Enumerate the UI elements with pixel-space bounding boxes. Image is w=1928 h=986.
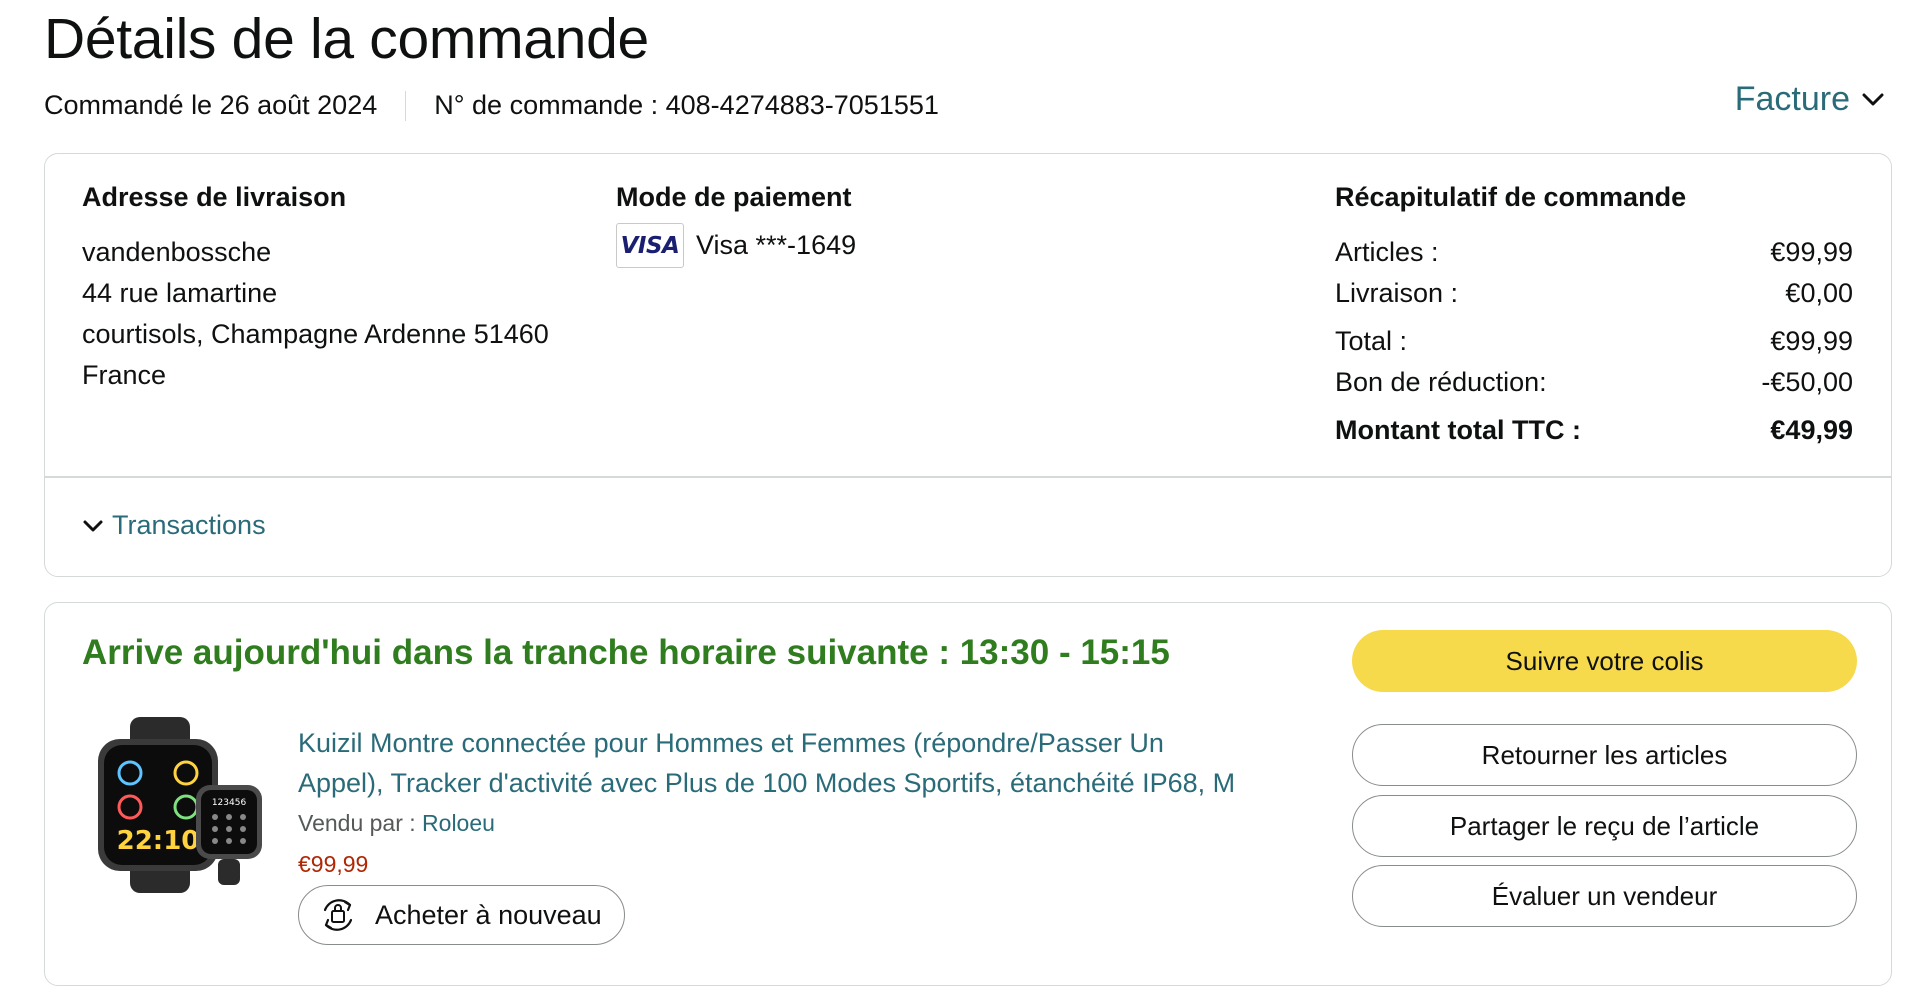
- summary-value: €99,99: [1770, 326, 1853, 356]
- shipping-address: vandenbossche 44 rue lamartine courtisol…: [82, 232, 549, 396]
- transactions-toggle[interactable]: Transactions: [82, 510, 266, 541]
- chevron-down-icon: [83, 520, 103, 531]
- address-street: 44 rue lamartine: [82, 278, 278, 308]
- summary-label: Bon de réduction:: [1335, 367, 1547, 397]
- visa-card-icon: VISA: [616, 223, 684, 268]
- summary-value: €0,00: [1785, 278, 1853, 308]
- seller-link[interactable]: Roloeu: [422, 810, 495, 836]
- product-title-line: Appel), Tracker d'activité avec Plus de …: [298, 768, 1236, 798]
- seller-info: Vendu par : Roloeu: [298, 810, 495, 837]
- summary-row: Total : €99,99: [1335, 321, 1853, 362]
- shipping-heading: Adresse de livraison: [82, 182, 347, 212]
- order-info-card: Adresse de livraison vandenbossche 44 ru…: [44, 153, 1892, 577]
- order-number: N° de commande : 408-4274883-7051551: [434, 90, 939, 120]
- delivery-status: Arrive aujourd'hui dans la tranche horai…: [82, 633, 1170, 672]
- rate-seller-button[interactable]: Évaluer un vendeur: [1352, 865, 1857, 927]
- buy-again-button[interactable]: Acheter à nouveau: [298, 885, 625, 945]
- track-package-button[interactable]: Suivre votre colis: [1352, 630, 1857, 692]
- summary-row: Bon de réduction: -€50,00: [1335, 362, 1853, 403]
- summary-value: -€50,00: [1761, 367, 1853, 397]
- page-title: Détails de la commande: [44, 7, 649, 71]
- product-title-line: Kuizil Montre connectée pour Hommes et F…: [298, 728, 1164, 758]
- summary-label: Articles :: [1335, 237, 1439, 267]
- share-receipt-button[interactable]: Partager le reçu de l’article: [1352, 795, 1857, 857]
- watch-time-text: 22:10: [117, 826, 200, 856]
- product-title-link[interactable]: Kuizil Montre connectée pour Hommes et F…: [298, 723, 1358, 803]
- summary-label: Montant total TTC :: [1335, 415, 1581, 445]
- return-items-button[interactable]: Retourner les articles: [1352, 724, 1857, 786]
- transactions-label: Transactions: [112, 510, 266, 540]
- payment-method: VISA Visa ***-1649: [616, 223, 856, 268]
- watch-small-text: 123456: [212, 798, 247, 808]
- address-city: courtisols, Champagne Ardenne 51460: [82, 319, 549, 349]
- meta-divider: [405, 90, 407, 121]
- buy-again-cycle-icon: [323, 899, 353, 931]
- summary-heading: Récapitulatif de commande: [1335, 182, 1687, 212]
- summary-label: Livraison :: [1335, 278, 1459, 308]
- product-price: €99,99: [298, 851, 369, 877]
- summary-row: Livraison : €0,00: [1335, 273, 1853, 314]
- summary-total-row: Montant total TTC : €49,99: [1335, 410, 1853, 451]
- summary-value: €99,99: [1770, 237, 1853, 267]
- order-summary: Articles : €99,99 Livraison : €0,00 Tota…: [1335, 232, 1853, 451]
- summary-value: €49,99: [1770, 415, 1853, 445]
- payment-card-text: Visa ***-1649: [696, 230, 857, 260]
- buy-again-label: Acheter à nouveau: [375, 899, 602, 930]
- seller-prefix: Vendu par :: [298, 810, 423, 836]
- invoice-dropdown[interactable]: Facture: [1735, 80, 1884, 119]
- card-divider: [45, 476, 1891, 478]
- order-date: Commandé le 26 août 2024: [44, 90, 378, 120]
- payment-heading: Mode de paiement: [616, 182, 852, 212]
- summary-row: Articles : €99,99: [1335, 232, 1853, 273]
- chevron-down-icon: [1862, 93, 1884, 105]
- order-meta: Commandé le 26 août 2024 N° de commande …: [44, 90, 939, 121]
- address-country: France: [82, 360, 167, 390]
- invoice-label: Facture: [1734, 80, 1850, 118]
- product-image[interactable]: 22:10 123456: [90, 715, 270, 895]
- shipment-card: Arrive aujourd'hui dans la tranche horai…: [44, 602, 1892, 986]
- summary-label: Total :: [1335, 326, 1408, 356]
- address-name: vandenbossche: [82, 237, 272, 267]
